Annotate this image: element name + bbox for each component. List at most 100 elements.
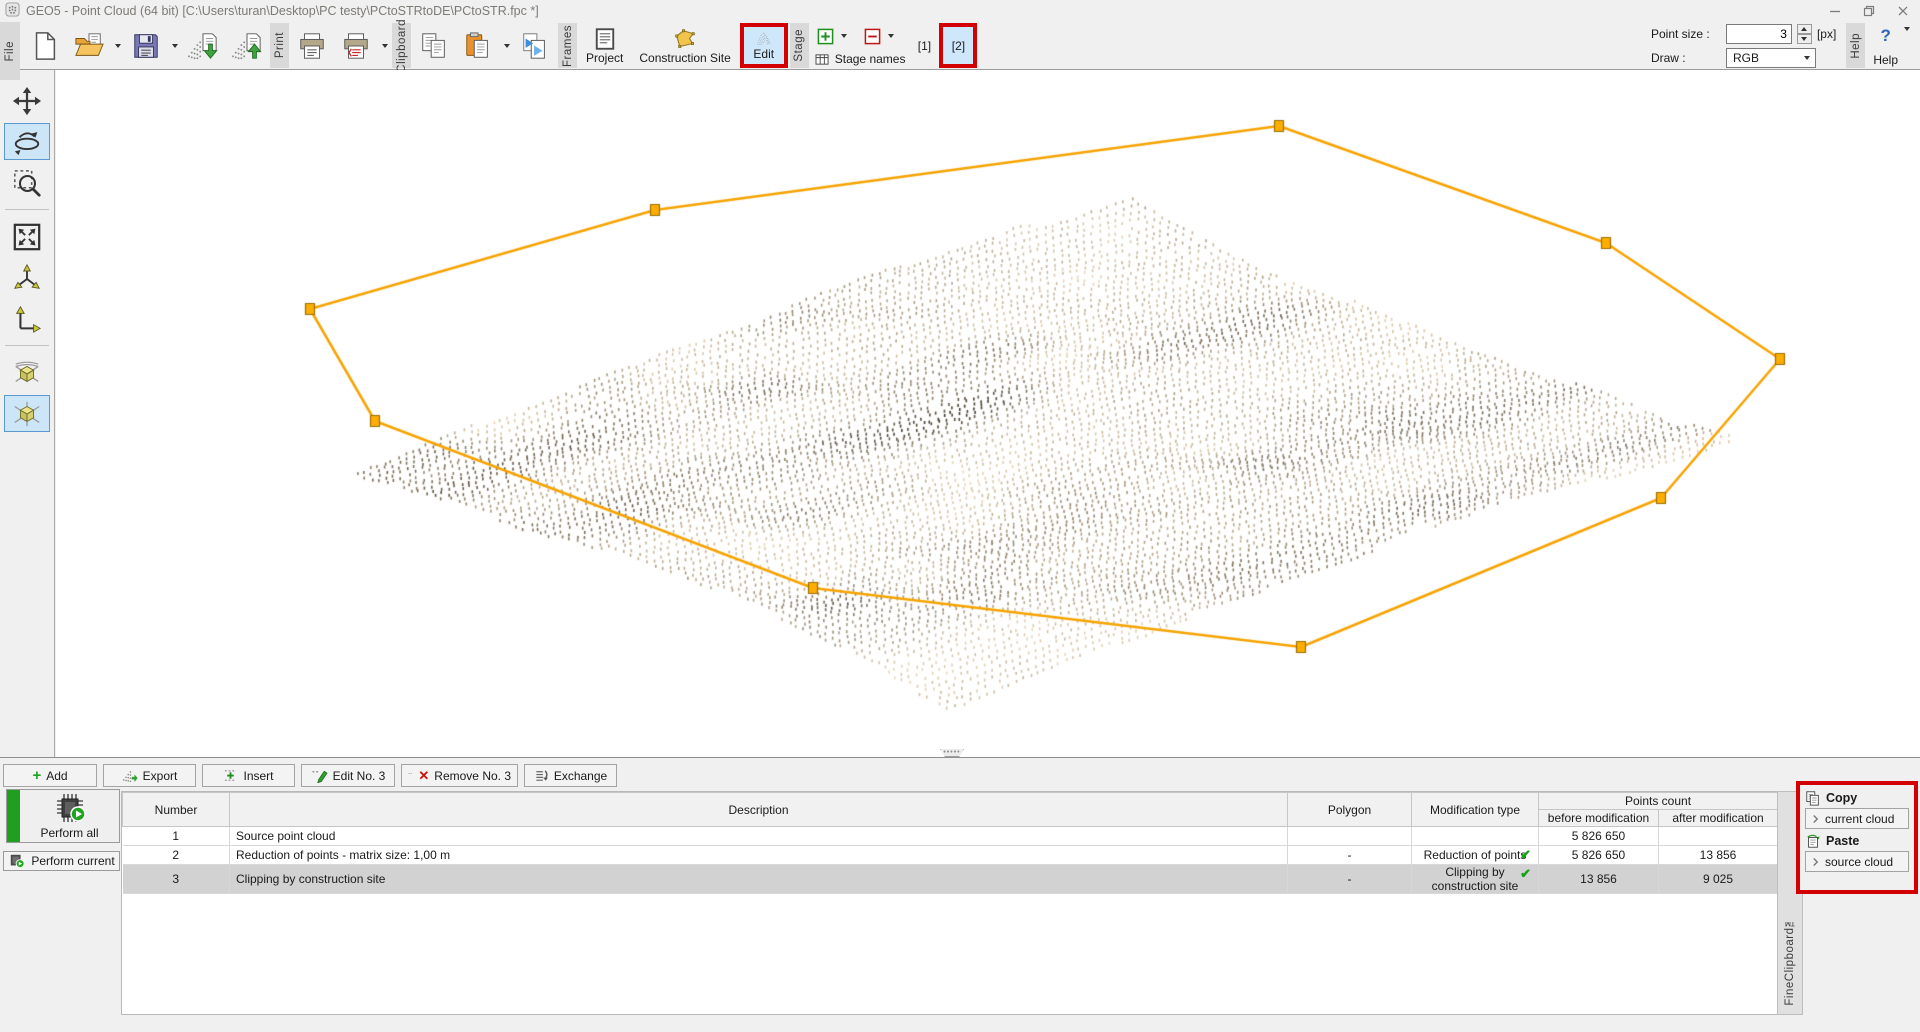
printer-icon: [297, 31, 327, 61]
paste-section-label: Paste: [1805, 831, 1909, 851]
axes-3d-icon: [12, 263, 42, 293]
spin-up-icon[interactable]: [1797, 24, 1812, 34]
print-preview-button[interactable]: [514, 23, 556, 68]
remove-stage-button[interactable]: [862, 26, 884, 46]
axes-2d-icon: [12, 304, 42, 334]
print-group-label: Print: [270, 23, 289, 68]
paste-icon: [1805, 833, 1821, 849]
export-point-cloud-button[interactable]: [226, 23, 268, 68]
print-selection-button[interactable]: [335, 23, 377, 68]
window-title: GEO5 - Point Cloud (64 bit) [C:\Users\tu…: [26, 4, 539, 18]
edit-no-3-button[interactable]: Edit No. 3: [301, 764, 395, 787]
remove-no-3-button[interactable]: ✕ Remove No. 3: [401, 764, 518, 787]
processor-run-icon: [53, 793, 87, 823]
print-button[interactable]: [291, 23, 333, 68]
edit-point-cloud-icon: [751, 31, 777, 47]
help-dropdown[interactable]: [1901, 27, 1912, 31]
view-settings: Point size : [px] Draw : RGB: [1643, 23, 1844, 68]
insert-button[interactable]: Insert: [202, 764, 295, 787]
axonometric-view-button[interactable]: [4, 395, 50, 432]
main-toolbar: Print Clipboard Frames Project Construct…: [0, 22, 1920, 70]
modification-actions: +Add Export Insert Edit No. 3 ✕ Remove N…: [3, 764, 617, 787]
col-header-before-modification: before modification: [1539, 810, 1659, 827]
export-icon: [122, 768, 138, 783]
paste-source-cloud-button[interactable]: source cloud: [1805, 851, 1909, 872]
app-icon: [5, 2, 20, 20]
minimize-button[interactable]: [1818, 0, 1852, 22]
geo5-window: GEO5 - Point Cloud (64 bit) [C:\Users\tu…: [0, 0, 1920, 1032]
point-cloud-canvas[interactable]: [56, 70, 1920, 757]
clipboard-group-label: Clipboard: [392, 23, 411, 68]
perspective-view-button[interactable]: [4, 354, 50, 391]
col-header-points-count: Points count: [1539, 793, 1778, 810]
zoom-window-icon: [12, 168, 42, 198]
paste-button[interactable]: [457, 23, 499, 68]
add-stage-button[interactable]: [815, 26, 837, 46]
remove-stage-dropdown[interactable]: [886, 34, 897, 38]
import-point-cloud-button[interactable]: [182, 23, 224, 68]
table-row[interactable]: 1Source point cloud5 826 650: [123, 827, 1778, 846]
stage-group-label: Stage: [790, 23, 809, 68]
export-button[interactable]: Export: [103, 764, 196, 787]
construction-site-button[interactable]: Construction Site: [632, 23, 737, 68]
print-dropdown[interactable]: [379, 23, 390, 68]
modifications-table: Number Description Polygon Modification …: [121, 791, 1778, 1015]
col-header-polygon: Polygon: [1288, 793, 1412, 827]
add-stage-dropdown[interactable]: [839, 34, 850, 38]
save-icon: [131, 31, 161, 61]
point-cloud-import-icon: [186, 31, 220, 61]
paste-icon: [463, 31, 493, 61]
restore-button[interactable]: [1852, 0, 1886, 22]
stage-tab-2[interactable]: [2]: [943, 27, 973, 64]
axonometry-axes-button[interactable]: [4, 259, 50, 296]
open-file-dropdown[interactable]: [112, 23, 123, 68]
file-menu-tab[interactable]: File: [0, 22, 20, 80]
axonometric-view-icon: [12, 399, 42, 429]
paste-dropdown[interactable]: [501, 23, 512, 68]
perspective-view-icon: [12, 358, 42, 388]
divider: [5, 209, 49, 210]
stage-tab-1[interactable]: [1]: [911, 23, 937, 68]
zoom-extents-button[interactable]: [4, 218, 50, 255]
help-group-label: Help: [1846, 23, 1865, 68]
check-icon: ✔: [1520, 866, 1531, 882]
printer-selection-icon: [341, 31, 371, 61]
point-size-unit: [px]: [1817, 27, 1836, 41]
help-button[interactable]: ? Help: [1867, 23, 1916, 68]
exchange-button[interactable]: Exchange: [524, 764, 617, 787]
close-button[interactable]: [1886, 0, 1920, 22]
point-size-stepper[interactable]: [1797, 24, 1812, 44]
stage-names-button[interactable]: Stage names: [815, 52, 906, 66]
perform-current-button[interactable]: Perform current: [3, 851, 120, 871]
table-row[interactable]: 3Clipping by construction site-Clipping …: [123, 865, 1778, 894]
save-dropdown[interactable]: [169, 23, 180, 68]
zoom-window-tool-button[interactable]: [4, 164, 50, 201]
open-file-button[interactable]: [68, 23, 110, 68]
col-header-description: Description: [230, 793, 1288, 827]
check-icon: ✔: [1520, 847, 1531, 863]
print-preview-icon: [520, 31, 550, 61]
copy-button[interactable]: [413, 23, 455, 68]
point-size-input[interactable]: [1726, 24, 1792, 44]
zoom-extents-icon: [12, 222, 42, 252]
processor-run-small-icon: [8, 853, 26, 869]
table-row[interactable]: 2Reduction of points - matrix size: 1,00…: [123, 846, 1778, 865]
plus-icon: +: [32, 769, 41, 783]
rotate-tool-button[interactable]: [4, 123, 50, 160]
open-file-icon: [74, 31, 104, 61]
copy-current-cloud-button[interactable]: current cloud: [1805, 808, 1909, 829]
perform-all-button[interactable]: Perform all: [6, 789, 120, 843]
plan-view-axes-button[interactable]: [4, 300, 50, 337]
spin-down-icon[interactable]: [1797, 34, 1812, 44]
project-button[interactable]: Project: [579, 23, 630, 68]
save-button[interactable]: [125, 23, 167, 68]
add-button[interactable]: +Add: [3, 764, 97, 787]
pan-tool-button[interactable]: [4, 82, 50, 119]
new-file-button[interactable]: [24, 23, 66, 68]
draw-select[interactable]: RGB: [1726, 48, 1816, 68]
col-header-after-modification: after modification: [1659, 810, 1778, 827]
stage-2-highlight-box: [2]: [939, 23, 977, 68]
pencil-icon: [311, 768, 328, 783]
edit-button[interactable]: Edit: [744, 27, 784, 64]
clipboard-highlight-panel: Copy current cloud Paste source cloud: [1796, 781, 1918, 894]
